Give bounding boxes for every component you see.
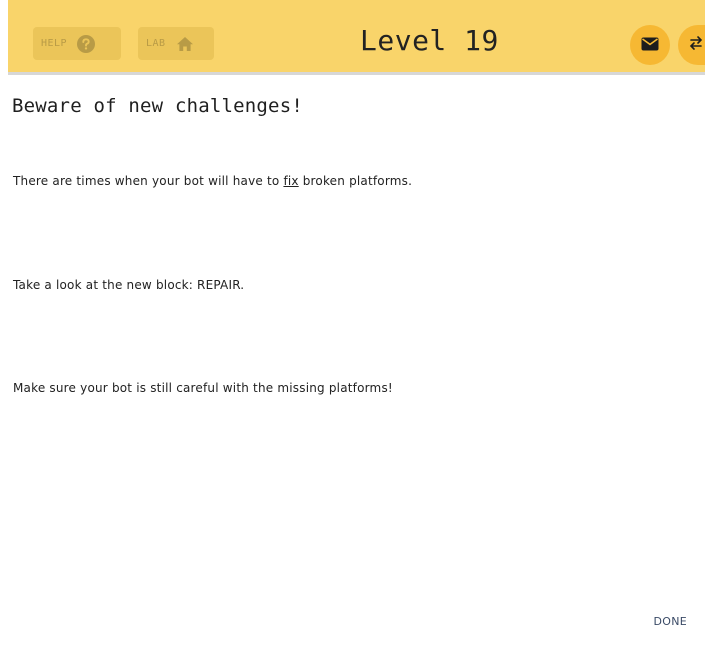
question-circle-icon: [77, 34, 96, 53]
help-button[interactable]: HELP: [33, 27, 121, 60]
swap-button[interactable]: [678, 25, 705, 65]
lab-label: LAB: [146, 38, 166, 49]
mail-icon: [641, 36, 659, 55]
help-label: HELP: [41, 38, 68, 49]
top-bar: HELP LAB Level 19: [8, 0, 705, 75]
content-heading: Beware of new challenges!: [12, 95, 303, 117]
home-icon: [176, 36, 194, 52]
done-button[interactable]: DONE: [653, 615, 687, 628]
page-title: Level 19: [360, 24, 499, 57]
lab-button[interactable]: LAB: [138, 27, 214, 60]
instruction-paragraph-2: Take a look at the new block: REPAIR.: [13, 278, 245, 292]
paragraph-1-text-after: broken platforms.: [298, 174, 413, 188]
instruction-paragraph-1: There are times when your bot will have …: [13, 174, 412, 188]
swap-arrows-icon: [687, 35, 705, 55]
mail-button[interactable]: [630, 25, 670, 65]
paragraph-1-text-before: There are times when your bot will have …: [13, 174, 284, 188]
instruction-paragraph-3: Make sure your bot is still careful with…: [13, 381, 393, 395]
paragraph-1-underlined-word: fix: [283, 174, 299, 188]
